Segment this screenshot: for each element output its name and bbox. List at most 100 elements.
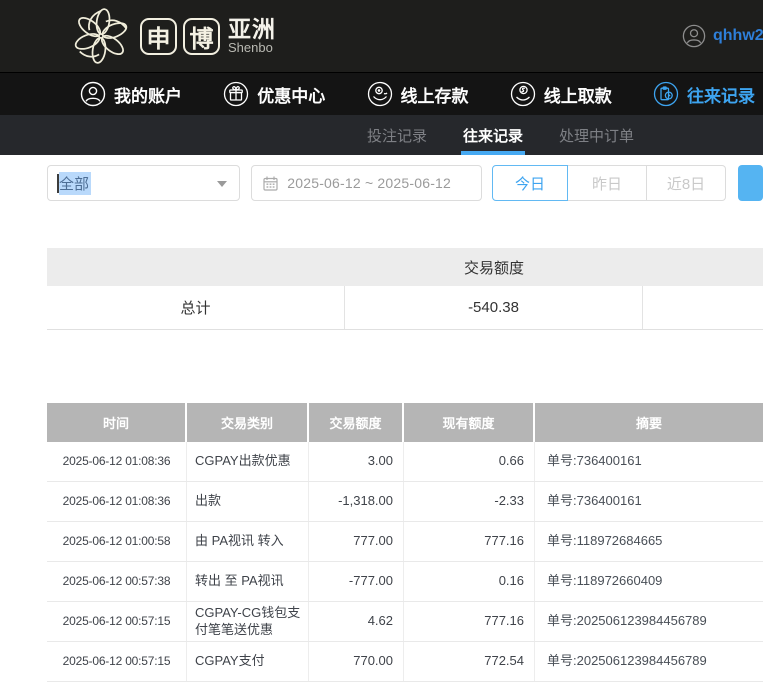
summary-header-row: 交易额度 (47, 248, 763, 286)
type-select[interactable]: 全部 (47, 165, 240, 201)
column-header-time: 时间 (47, 403, 187, 442)
gift-icon (223, 81, 249, 107)
table-row: 2025-06-12 00:57:15 CGPAY-CG钱包支付笔笔送优惠 4.… (47, 602, 763, 642)
cell-time: 2025-06-12 00:57:15 (47, 642, 187, 681)
nav-item-my-account[interactable]: 我的账户 (80, 81, 182, 107)
tab-processing-orders[interactable]: 处理中订单 (557, 115, 636, 155)
cell-time: 2025-06-12 00:57:38 (47, 562, 187, 601)
summary-empty-cell (643, 286, 763, 329)
nav-item-records[interactable]: 往来记录 (653, 81, 755, 107)
summary-header-amount: 交易额度 (345, 248, 643, 286)
cell-amount: 3.00 (309, 442, 404, 481)
records-tabs: 投注记录 往来记录 处理中订单 (0, 115, 763, 155)
summary-header-empty (643, 248, 763, 286)
yesterday-button[interactable]: 昨日 (568, 165, 647, 201)
records-icon (653, 81, 679, 107)
cell-summary: 单号:736400161 (535, 482, 763, 521)
filter-bar: 全部 2025-06-12 ~ 2025-06-12 (47, 165, 763, 201)
cell-balance: 777.16 (404, 602, 535, 641)
column-header-balance: 现有额度 (404, 403, 535, 442)
cell-summary: 单号:202506123984456789 (535, 642, 763, 681)
cell-type: 由 PA视讯 转入 (187, 522, 309, 561)
search-button[interactable] (738, 165, 763, 201)
user-account[interactable]: qhhw2 (682, 0, 763, 72)
nav-label: 往来记录 (687, 82, 755, 107)
date-range-input[interactable]: 2025-06-12 ~ 2025-06-12 (251, 165, 482, 201)
cell-time: 2025-06-12 01:08:36 (47, 482, 187, 521)
cell-type: CGPAY支付 (187, 642, 309, 681)
today-button[interactable]: 今日 (492, 165, 568, 201)
cell-summary: 单号:736400161 (535, 442, 763, 481)
cell-time: 2025-06-12 00:57:15 (47, 602, 187, 641)
cell-type: CGPAY出款优惠 (187, 442, 309, 481)
deposit-icon (367, 81, 393, 107)
cell-summary: 单号:118972660409 (535, 562, 763, 601)
summary-table: 交易额度 总计 -540.38 (47, 248, 763, 330)
username-label: qhhw2 (713, 27, 763, 45)
last-8-days-button[interactable]: 近8日 (647, 165, 726, 201)
main-nav: 我的账户 优惠中心 线上存款 (0, 72, 763, 115)
app-header: 申 博 亚洲 Shenbo qhhw2 (0, 0, 763, 72)
column-header-amount: 交易额度 (309, 403, 404, 442)
type-select-value: 全部 (59, 172, 91, 195)
calendar-icon (262, 175, 279, 192)
summary-header-empty (47, 248, 345, 286)
tab-transaction-records[interactable]: 往来记录 (461, 115, 525, 155)
column-header-summary: 摘要 (535, 403, 763, 442)
transactions-header-row: 时间 交易类别 交易额度 现有额度 摘要 (47, 403, 763, 442)
nav-item-promotions[interactable]: 优惠中心 (223, 81, 325, 107)
user-icon (80, 81, 106, 107)
cell-balance: 0.66 (404, 442, 535, 481)
nav-label: 线上存款 (401, 82, 469, 107)
cell-summary: 单号:118972684665 (535, 522, 763, 561)
tab-label: 处理中订单 (559, 125, 634, 146)
tab-label: 往来记录 (463, 125, 523, 146)
logo-char-shen: 申 (140, 18, 177, 55)
nav-label: 我的账户 (114, 82, 182, 107)
cell-balance: 777.16 (404, 522, 535, 561)
summary-total-label: 总计 (47, 286, 345, 329)
withdraw-icon (510, 81, 536, 107)
chevron-down-icon (217, 181, 227, 187)
nav-item-withdraw[interactable]: 线上取款 (510, 81, 612, 107)
nav-label: 线上取款 (544, 82, 612, 107)
page: 申 博 亚洲 Shenbo qhhw2 (0, 0, 763, 686)
table-row: 2025-06-12 00:57:38 转出 至 PA视讯 -777.00 0.… (47, 562, 763, 602)
cell-amount: 770.00 (309, 642, 404, 681)
cell-balance: 772.54 (404, 642, 535, 681)
cell-balance: 0.16 (404, 562, 535, 601)
quick-date-buttons: 今日 昨日 近8日 (492, 165, 726, 201)
cell-type: 转出 至 PA视讯 (187, 562, 309, 601)
nav-label: 优惠中心 (257, 82, 325, 107)
logo-subtitle-label: Shenbo (228, 41, 276, 55)
summary-total-value: -540.38 (345, 286, 643, 329)
cell-amount: 4.62 (309, 602, 404, 641)
cell-balance: -2.33 (404, 482, 535, 521)
cell-summary: 单号:202506123984456789 (535, 602, 763, 641)
nav-item-deposit[interactable]: 线上存款 (367, 81, 469, 107)
table-row: 2025-06-12 01:08:36 CGPAY出款优惠 3.00 0.66 … (47, 442, 763, 482)
user-avatar-icon (682, 24, 706, 48)
cell-amount: -777.00 (309, 562, 404, 601)
date-range-value: 2025-06-12 ~ 2025-06-12 (287, 175, 451, 191)
cell-type: CGPAY-CG钱包支付笔笔送优惠 (187, 602, 309, 641)
cell-time: 2025-06-12 01:00:58 (47, 522, 187, 561)
table-row: 2025-06-12 01:08:36 出款 -1,318.00 -2.33 单… (47, 482, 763, 522)
table-row: 2025-06-12 01:00:58 由 PA视讯 转入 777.00 777… (47, 522, 763, 562)
logo-text: 亚洲 Shenbo (228, 17, 276, 55)
tab-betting-records[interactable]: 投注记录 (365, 115, 429, 155)
cell-amount: -1,318.00 (309, 482, 404, 521)
table-row: 2025-06-12 00:57:15 CGPAY支付 770.00 772.5… (47, 642, 763, 682)
logo-flower-icon (72, 7, 130, 65)
logo-region-label: 亚洲 (228, 17, 276, 41)
cell-time: 2025-06-12 01:08:36 (47, 442, 187, 481)
cell-type: 出款 (187, 482, 309, 521)
column-header-type: 交易类别 (187, 403, 309, 442)
transactions-table: 时间 交易类别 交易额度 现有额度 摘要 2025-06-12 01:08:36… (47, 403, 763, 682)
summary-total-row: 总计 -540.38 (47, 286, 763, 330)
logo-char-bo: 博 (183, 18, 220, 55)
cell-amount: 777.00 (309, 522, 404, 561)
tab-label: 投注记录 (367, 125, 427, 146)
logo[interactable]: 申 博 亚洲 Shenbo (72, 7, 276, 65)
content: 全部 2025-06-12 ~ 2025-06-12 (0, 155, 763, 682)
